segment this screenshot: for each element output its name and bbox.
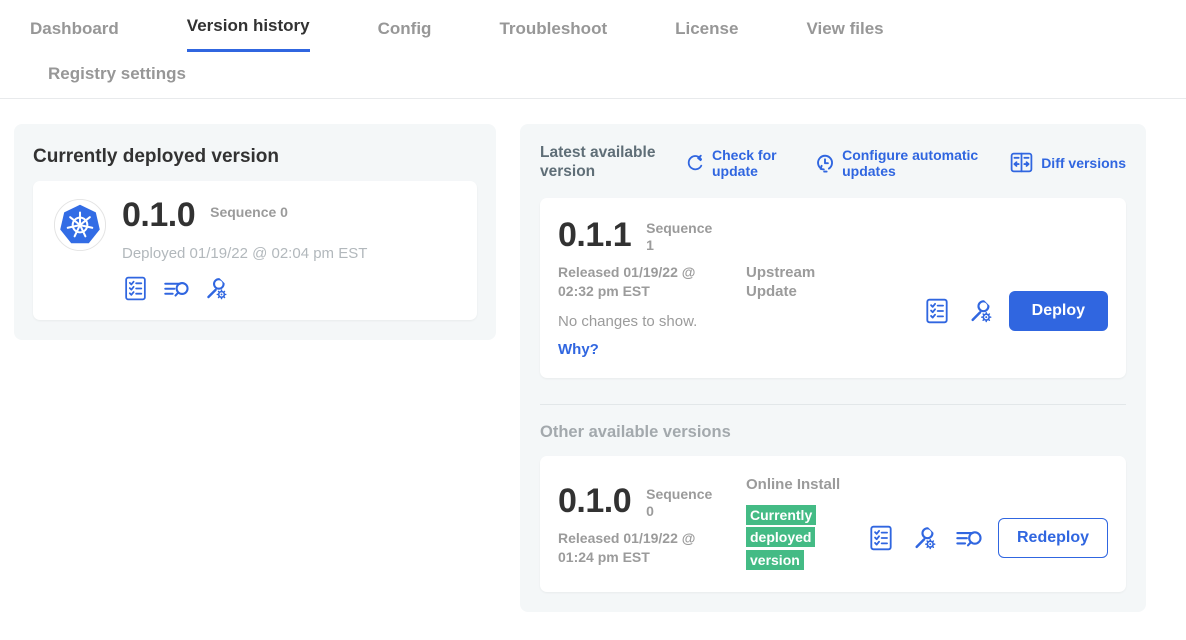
latest-available-title: Latest available version	[540, 144, 662, 182]
edit-config-icon[interactable]	[910, 524, 938, 552]
currently-deployed-badge-text: Currently deployed version	[746, 505, 816, 570]
deployed-version-card: 0.1.0 Sequence 0 Deployed 01/19/22 @ 02:…	[33, 181, 477, 320]
deployed-version-number: 0.1.0	[122, 198, 195, 232]
header-actions: Check for update Configure automatic upd…	[662, 147, 1126, 179]
nav-row-1: Dashboard Version history Config Trouble…	[30, 16, 1186, 52]
preflight-checklist-icon[interactable]	[923, 297, 951, 325]
configure-automatic-updates-label: Configure automatic updates	[842, 147, 992, 179]
deploy-button[interactable]: Deploy	[1009, 291, 1108, 331]
kubernetes-logo-icon	[53, 198, 107, 252]
other-sequence-label: Sequence 0	[646, 484, 718, 520]
tab-troubleshoot[interactable]: Troubleshoot	[499, 19, 607, 52]
check-for-update-label: Check for update	[712, 147, 798, 179]
deployed-timestamp: Deployed 01/19/22 @ 02:04 pm EST	[122, 245, 367, 262]
section-divider	[540, 404, 1126, 405]
preflight-checklist-icon[interactable]	[122, 275, 149, 302]
other-available-versions-title: Other available versions	[540, 423, 1126, 442]
currently-deployed-title: Currently deployed version	[33, 146, 477, 168]
other-version-number: 0.1.0	[558, 484, 631, 518]
other-actions: Redeploy	[867, 504, 1108, 572]
deployed-sequence-label: Sequence 0	[210, 198, 288, 220]
tab-config[interactable]: Config	[378, 19, 432, 52]
other-source-label: Online Install	[746, 476, 858, 495]
tab-dashboard[interactable]: Dashboard	[30, 19, 119, 52]
redeploy-button[interactable]: Redeploy	[998, 518, 1108, 558]
available-versions-panel: Latest available version Check for updat…	[520, 124, 1146, 612]
schedule-update-icon	[815, 153, 835, 173]
latest-source-label: Upstream Update	[746, 264, 858, 358]
main-content: Currently deployed version 0.1.0 Sequenc…	[0, 99, 1186, 612]
latest-actions: Deploy	[923, 264, 1108, 358]
diff-columns-icon	[1009, 151, 1034, 174]
tab-view-files[interactable]: View files	[806, 19, 883, 52]
deploy-logs-icon[interactable]	[161, 276, 190, 301]
refresh-arrow-icon	[686, 153, 705, 172]
diff-versions-label: Diff versions	[1041, 155, 1126, 171]
tab-version-history[interactable]: Version history	[187, 16, 310, 52]
why-link[interactable]: Why?	[558, 341, 746, 358]
other-version-card: 0.1.0 Sequence 0 Released 01/19/22 @ 01:…	[540, 456, 1126, 592]
edit-config-icon[interactable]	[202, 275, 229, 302]
edit-config-icon[interactable]	[966, 297, 994, 325]
latest-version-card: 0.1.1 Sequence 1 Released 01/19/22 @ 02:…	[540, 198, 1126, 378]
latest-version-header: Latest available version Check for updat…	[540, 144, 1126, 182]
deploy-logs-icon[interactable]	[953, 525, 983, 551]
check-for-update-link[interactable]: Check for update	[686, 147, 798, 179]
currently-deployed-panel: Currently deployed version 0.1.0 Sequenc…	[14, 124, 496, 340]
nav-row-2: Registry settings	[30, 52, 1186, 98]
tab-license[interactable]: License	[675, 19, 738, 52]
latest-version-number: 0.1.1	[558, 218, 631, 252]
other-released-timestamp: Released 01/19/22 @ 01:24 pm EST	[558, 529, 732, 565]
preflight-checklist-icon[interactable]	[867, 524, 895, 552]
latest-sequence-label: Sequence 1	[646, 218, 718, 254]
latest-released-timestamp: Released 01/19/22 @ 02:32 pm EST	[558, 263, 732, 299]
diff-versions-link[interactable]: Diff versions	[1009, 151, 1126, 174]
tab-registry-settings[interactable]: Registry settings	[48, 64, 186, 96]
no-changes-text: No changes to show.	[558, 313, 746, 330]
currently-deployed-badge: Currently deployed version	[746, 505, 818, 573]
configure-automatic-updates-link[interactable]: Configure automatic updates	[815, 147, 992, 179]
top-nav: Dashboard Version history Config Trouble…	[0, 0, 1186, 99]
